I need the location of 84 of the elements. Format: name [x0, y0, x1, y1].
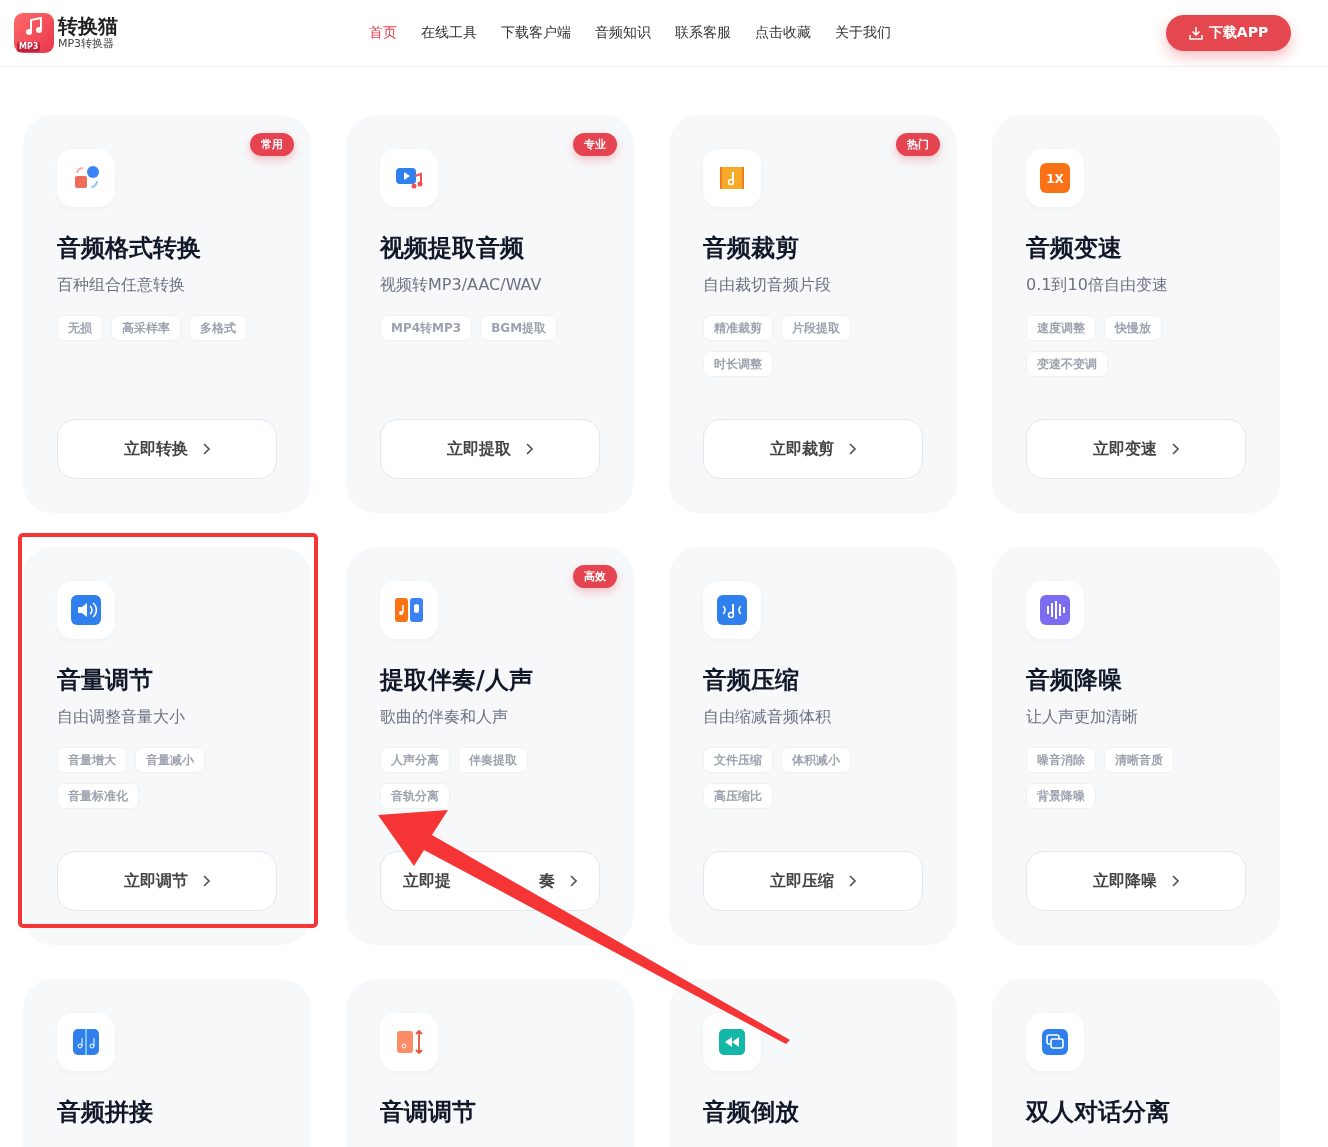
tool-title: 音频降噪: [1026, 665, 1123, 695]
feature-tag: BGM提取: [480, 315, 558, 341]
feature-tag: 背景降噪: [1026, 783, 1096, 809]
feature-tag: 体积减小: [781, 747, 851, 773]
app-icon: [71, 1027, 101, 1057]
tool-title: 音量调节: [57, 665, 154, 695]
tool-title: 音调调节: [380, 1097, 477, 1127]
tool-action-button[interactable]: 立即变速: [1026, 419, 1246, 479]
tool-action-button[interactable]: 立即调节: [57, 851, 277, 911]
tool-badge: 热门: [896, 133, 940, 156]
logo-badge: MP3: [17, 42, 41, 52]
feature-tag: 多格式: [189, 315, 247, 341]
app-icon: [1040, 595, 1070, 625]
app-icon: [717, 1027, 747, 1057]
nav-link[interactable]: 关于我们: [835, 24, 891, 42]
app-icon: [1040, 1027, 1070, 1057]
feature-tag: 伴奏提取: [458, 747, 528, 773]
feature-tag: 文件压缩: [703, 747, 773, 773]
tool-description: 让人声更加清晰: [1026, 707, 1139, 727]
feature-tag: 时长调整: [703, 351, 773, 377]
logo-title: 转换猫: [58, 15, 118, 37]
tool-action-button[interactable]: 立即降噪: [1026, 851, 1246, 911]
app-icon: [717, 595, 747, 625]
tool-description: 自由裁切音频片段: [703, 275, 832, 295]
nav-link[interactable]: 点击收藏: [755, 24, 811, 42]
feature-tag: 高采样率: [111, 315, 181, 341]
app-icon: [71, 595, 101, 625]
download-app-button[interactable]: 下载APP: [1166, 15, 1291, 51]
chevron-right-icon: [848, 443, 856, 455]
tool-badge: 高效: [573, 565, 617, 588]
tool-action-button[interactable]: 立即压缩: [703, 851, 923, 911]
feature-tag: 无损: [57, 315, 103, 341]
nav-link[interactable]: 首页: [369, 24, 397, 42]
feature-tag: 速度调整: [1026, 315, 1096, 341]
speed-label: 1X: [1046, 172, 1064, 186]
feature-tag: 音量减小: [135, 747, 205, 773]
chevron-right-icon: [525, 443, 533, 455]
feature-tag: 精准裁剪: [703, 315, 773, 341]
app-icon: [394, 595, 424, 625]
tool-title: 音频格式转换: [57, 233, 202, 263]
feature-tag: 清晰音质: [1104, 747, 1174, 773]
tool-action-button[interactable]: 立即提取: [380, 419, 600, 479]
tool-description: 百种组合任意转换: [57, 275, 186, 295]
nav-link[interactable]: 在线工具: [421, 24, 477, 42]
tool-title: 音频拼接: [57, 1097, 154, 1127]
nav-link[interactable]: 音频知识: [595, 24, 651, 42]
chevron-right-icon: [848, 875, 856, 887]
chevron-right-icon: [1171, 443, 1179, 455]
tool-title: 音频变速: [1026, 233, 1123, 263]
tool-title: 音频倒放: [703, 1097, 800, 1127]
tool-description: 歌曲的伴奏和人声: [380, 707, 509, 727]
nav-link[interactable]: 联系客服: [675, 24, 731, 42]
tool-description: 0.1到10倍自由变速: [1026, 275, 1169, 295]
logo-subtitle: MP3转换器: [58, 37, 116, 51]
feature-tag: 音量增大: [57, 747, 127, 773]
chevron-right-icon: [202, 443, 210, 455]
feature-tag: 噪音消除: [1026, 747, 1096, 773]
tool-description: 自由缩减音频体积: [703, 707, 832, 727]
download-icon: [1188, 26, 1203, 40]
feature-tag: 高压缩比: [703, 783, 773, 809]
tool-action-button[interactable]: 立即转换: [57, 419, 277, 479]
music-note-icon: [25, 17, 43, 37]
tool-badge: 专业: [573, 133, 617, 156]
nav-link[interactable]: 下载客户端: [501, 24, 571, 42]
chevron-right-icon: [202, 875, 210, 887]
feature-tag: MP4转MP3: [380, 315, 473, 341]
tool-badge: 常用: [250, 133, 294, 156]
feature-tag: 音轨分离: [380, 783, 450, 809]
tool-title: 音频压缩: [703, 665, 800, 695]
chevron-right-icon: [1171, 875, 1179, 887]
tool-title: 双人对话分离: [1026, 1097, 1171, 1127]
tool-title: 提取伴奏/人声: [380, 665, 534, 695]
feature-tag: 快慢放: [1104, 315, 1162, 341]
tool-title: 音频裁剪: [703, 233, 800, 263]
feature-tag: 变速不变调: [1026, 351, 1108, 377]
chevron-right-icon: [569, 875, 577, 887]
feature-tag: 音量标准化: [57, 783, 139, 809]
feature-tag: 片段提取: [781, 315, 851, 341]
tool-description: 自由调整音量大小: [57, 707, 186, 727]
feature-tag: 人声分离: [380, 747, 450, 773]
app-icon: [394, 1027, 424, 1057]
tool-title: 视频提取音频: [380, 233, 525, 263]
tool-description: 视频转MP3/AAC/WAV: [380, 275, 543, 295]
tool-action-button[interactable]: 立即裁剪: [703, 419, 923, 479]
